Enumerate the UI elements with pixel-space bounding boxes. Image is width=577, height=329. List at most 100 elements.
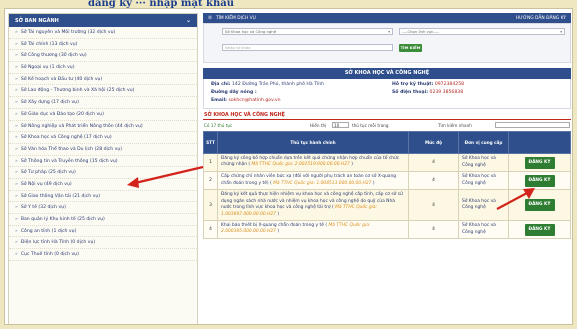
sidebar-item-label: Cục Thuế tỉnh (0 dịch vụ): [20, 252, 79, 258]
paren-close: ): [275, 229, 280, 235]
row-number: 3: [203, 189, 218, 221]
chevron-down-icon: ⌄: [185, 17, 191, 24]
department-select[interactable]: Sở Khoa học và Công nghệ ▾: [222, 28, 393, 35]
address-label: Địa chỉ:: [211, 82, 231, 87]
portal-screenshot: SỞ BAN NGÀNH ⌄ » Sở Tài nguyên và Môi trư…: [4, 8, 573, 325]
department-info: Địa chỉ: 142 Đường Trần Phú, thành phố H…: [203, 79, 571, 109]
bullet-icon: »: [15, 88, 18, 94]
sidebar-item-label: Sở Lao động - Thương binh và Xã hội (25 …: [20, 88, 135, 94]
hotline-label: Đường dây nóng :: [211, 90, 257, 95]
sidebar-item-label: Sở Xây dựng (17 dịch vụ): [20, 100, 79, 106]
bullet-icon: »: [15, 252, 18, 258]
tech-support-value: 0972384258: [434, 82, 465, 87]
sidebar-item[interactable]: » Ban quản lý Khu kinh tế (25 dịch vụ): [9, 214, 197, 226]
bullet-icon: »: [15, 30, 18, 35]
office-phone-label: Số điện thoại:: [392, 90, 429, 95]
table-row: 2 Cấp chứng chỉ nhân viên bức xạ (đối với…: [203, 171, 571, 191]
paren-close: ): [275, 211, 280, 217]
guide-link[interactable]: HƯỚNG DẪN ĐĂNG KÝ: [516, 16, 566, 21]
department-sidebar: SỞ BAN NGÀNH ⌄ » Sở Tài nguyên và Môi trư…: [8, 13, 198, 324]
sidebar-item[interactable]: » Sở Công thương (30 dịch vụ): [9, 50, 197, 63]
sidebar-item-label: Sở Nội vụ (49 dịch vụ): [20, 181, 72, 187]
sidebar-item[interactable]: » Sở Thông tin và Truyền thông (15 dịch v…: [9, 156, 197, 168]
tech-support-label: Hỗ trợ kỹ thuật:: [392, 82, 434, 87]
sidebar-item[interactable]: » Sở Y tế (32 dịch vụ): [9, 202, 197, 214]
sidebar-item-label: Sở Ngoại vụ (1 dịch vụ): [20, 65, 75, 71]
column-header-agency: Đơn vị cung cấp: [458, 131, 509, 154]
sidebar-item[interactable]: » Sở Tư pháp (25 dịch vụ): [9, 167, 197, 179]
search-panel-title: TÌM KIẾM DỊCH VỤ: [215, 15, 256, 21]
sidebar-item[interactable]: » Sở Xây dựng (17 dịch vụ): [9, 97, 197, 109]
register-button[interactable]: ĐĂNG KÝ: [524, 174, 555, 187]
table-header-row: STT Thủ tục hành chính Mức độ Đơn vị cun…: [203, 131, 571, 154]
keyword-input[interactable]: Nhập từ khóa: [222, 44, 393, 51]
sidebar-item-label: Sở Giáo dục và Đào tạo (20 dịch vụ): [20, 111, 104, 117]
row-number: 4: [203, 219, 218, 240]
service-level: 4: [408, 189, 459, 221]
action-cell: ĐĂNG KÝ: [508, 189, 571, 221]
column-header-procedure: Thủ tục hành chính: [217, 131, 409, 154]
main-content: ☰ TÌM KIẾM DỊCH VỤ HƯỚNG DẪN ĐĂNG KÝ Sở …: [203, 13, 571, 324]
paren-close: ): [371, 180, 375, 186]
department-list: » Sở Tài nguyên và Môi trường (32 dịch vụ…: [9, 27, 197, 261]
bullet-icon: »: [15, 53, 18, 59]
procedure-code: Mã TTHC Quốc gia: 2.001519.000.00.00.H27: [251, 162, 350, 168]
sidebar-item[interactable]: » Sở Giáo dục và Đào tạo (20 dịch vụ): [9, 109, 197, 121]
paren-close: ): [349, 162, 353, 168]
sidebar-item[interactable]: » Công an tỉnh (1 dịch vụ): [9, 226, 197, 238]
service-level: 4: [408, 171, 459, 191]
bullet-icon: »: [15, 217, 18, 222]
chevron-down-icon: ▾: [560, 30, 562, 34]
procedure-name-cell: Cấp chứng chỉ nhân viên bức xạ (đối với …: [217, 171, 409, 191]
procedure-count: Có 17 thủ tục: [204, 123, 233, 128]
bullet-icon: »: [15, 65, 18, 71]
sidebar-item[interactable]: » Cục Thuế tỉnh (0 dịch vụ): [9, 249, 197, 261]
procedure-table: STT Thủ tục hành chính Mức độ Đơn vị cun…: [203, 131, 571, 240]
sidebar-item[interactable]: » Sở Khoa học và Công nghệ (17 dịch vụ): [9, 132, 197, 144]
column-header-action: [508, 131, 571, 154]
service-level: 4: [408, 152, 459, 173]
sidebar-item[interactable]: » Điện lực tỉnh Hà Tĩnh (0 dịch vụ): [9, 237, 197, 250]
quick-search-input[interactable]: [495, 122, 570, 128]
records-label: thủ tục mỗi trang: [352, 123, 389, 128]
sidebar-item[interactable]: » Sở Ngoại vụ (1 dịch vụ): [9, 62, 197, 74]
sidebar-header[interactable]: SỞ BAN NGÀNH ⌄: [9, 14, 197, 27]
show-label: Hiển thị: [310, 123, 327, 128]
bullet-icon: »: [15, 228, 18, 234]
sidebar-item[interactable]: » Sở Văn hóa Thể thao và Du lịch (28 dịch…: [9, 144, 197, 156]
bullet-icon: »: [15, 135, 18, 141]
sidebar-item[interactable]: » Sở Kế hoạch và Đầu tư (40 dịch vụ): [9, 74, 197, 86]
bullet-icon: »: [15, 170, 18, 176]
search-button[interactable]: TÌM KIẾM: [399, 44, 422, 52]
procedure-name-cell: Đăng ký kết quả thực hiện nhiệm vụ khoa …: [217, 189, 409, 221]
bullet-icon: »: [15, 146, 18, 152]
address-value: 142 Đường Trần Phú, thành phố Hà Tĩnh: [232, 82, 325, 87]
sidebar-item[interactable]: » Sở Tài nguyên và Môi trường (32 dịch vụ…: [9, 27, 197, 39]
sidebar-item-label: Sở Thông tin và Truyền thông (15 dịch vụ…: [20, 158, 118, 164]
sidebar-item-label: Sở Giao thông Vận tải (21 dịch vụ): [20, 193, 101, 199]
action-cell: ĐĂNG KÝ: [508, 219, 571, 240]
sidebar-item[interactable]: » Sở Tài chính (13 dịch vụ): [9, 39, 197, 51]
email-value[interactable]: sokhcn@hatinh.gov.vn: [228, 98, 280, 103]
provider-agency: Sở Khoa học và Công nghệ: [458, 171, 509, 191]
procedure-name-link[interactable]: Khai báo thiết bị X-quang chẩn đoán tron…: [221, 223, 324, 228]
sidebar-item[interactable]: » Sở Lao động - Thương binh và Xã hội (25…: [9, 85, 197, 98]
register-button[interactable]: ĐĂNG KÝ: [524, 223, 555, 236]
page-size-select[interactable]: 10: [332, 122, 349, 128]
field-select[interactable]: ----Chọn lĩnh vực---- ▾: [399, 28, 565, 35]
provider-agency: Sở Khoa học và Công nghệ: [458, 219, 509, 240]
sidebar-item[interactable]: » Sở Nội vụ (49 dịch vụ): [9, 179, 197, 191]
register-button[interactable]: ĐĂNG KÝ: [524, 156, 555, 169]
bullet-icon: »: [15, 158, 18, 164]
table-row: 1 Đăng ký công bố hợp chuẩn dựa trên kết …: [203, 152, 571, 173]
row-number: 2: [203, 171, 218, 191]
sidebar-item[interactable]: » Sở Nông nghiệp và Phát triển Nông thôn …: [9, 121, 197, 133]
bullet-icon: »: [15, 240, 18, 246]
menu-icon: ☰: [208, 15, 212, 21]
register-button[interactable]: ĐĂNG KÝ: [524, 199, 555, 212]
sidebar-item-label: Sở Khoa học và Công nghệ (17 dịch vụ): [20, 135, 112, 141]
sidebar-item[interactable]: » Sở Giao thông Vận tải (21 dịch vụ): [9, 191, 197, 203]
bullet-icon: »: [15, 123, 18, 129]
quick-search-label: Tìm kiếm nhanh: [438, 123, 472, 128]
email-label: Email:: [211, 98, 228, 103]
